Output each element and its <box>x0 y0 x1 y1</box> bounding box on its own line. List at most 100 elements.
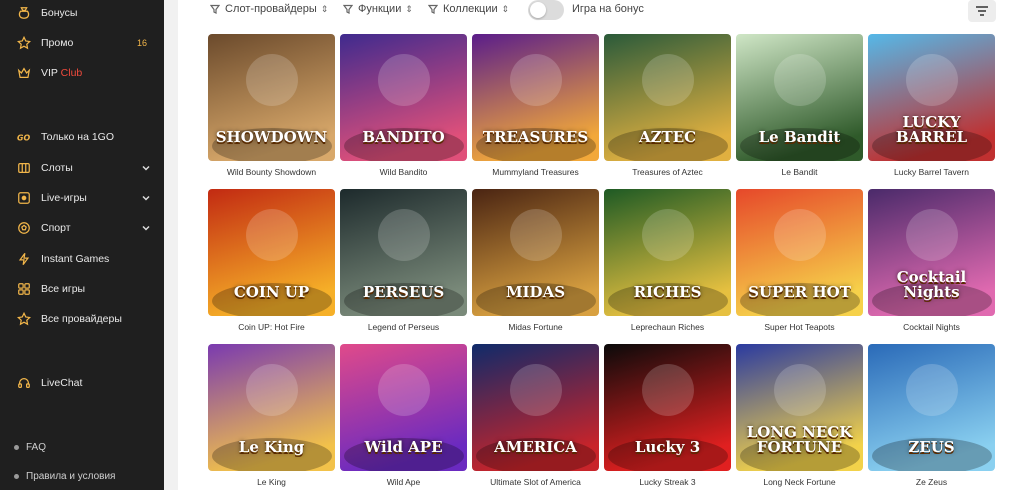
game-logo-text: COIN UP <box>233 283 310 301</box>
game-tile-cocktail-nights[interactable]: Cocktail Nights <box>868 189 995 316</box>
game-title[interactable]: Lucky Streak 3 <box>604 477 731 487</box>
sort-arrows-icon: ⇕ <box>405 3 413 14</box>
vip-club-label: Club <box>60 67 83 79</box>
sidebar-item-label: Бонусы <box>41 7 78 19</box>
sidebar-item-label: Все провайдеры <box>41 313 122 325</box>
game-title[interactable]: Le Bandit <box>736 167 863 177</box>
game-title[interactable]: Lucky Barrel Tavern <box>868 167 995 177</box>
sidebar-item-sport[interactable]: Спорт <box>0 215 164 241</box>
game-title[interactable]: Coin UP: Hot Fire <box>208 322 335 332</box>
game-logo-text: RICHES <box>633 283 702 301</box>
sidebar-item-livechat[interactable]: LiveChat <box>0 370 164 396</box>
main-content: Слот-провайдеры ⇕ Функции ⇕ Коллекции ⇕ … <box>178 0 1024 490</box>
sidebar-item-instant-games[interactable]: Instant Games <box>0 246 164 272</box>
game-tile-ultimate-slot-of-america[interactable]: AMERICA <box>472 344 599 471</box>
sidebar-item-vip[interactable]: VIP Club <box>0 60 164 86</box>
game-title[interactable]: Treasures of Aztec <box>604 167 731 177</box>
game-logo-text: LUCKY BARREL <box>895 113 968 146</box>
game-logo-text: Le Bandit <box>758 128 841 146</box>
game-tile-coin-up-hot-fire[interactable]: COIN UP <box>208 189 335 316</box>
sidebar-item-label: Instant Games <box>41 253 110 265</box>
game-title[interactable]: Ze Zeus <box>868 477 995 487</box>
game-logo-text: LONG NECK FORTUNE <box>746 423 853 456</box>
bonus-game-toggle-label: Игра на бонус <box>572 3 644 15</box>
game-tile-leprechaun-riches[interactable]: RICHES <box>604 189 731 316</box>
game-title[interactable]: Long Neck Fortune <box>736 477 863 487</box>
game-tile-long-neck-fortune[interactable]: LONG NECK FORTUNE <box>736 344 863 471</box>
filter-icon <box>428 4 438 14</box>
filter-providers[interactable]: Слот-провайдеры ⇕ <box>210 3 328 15</box>
footer-link-terms[interactable]: Правила и условия <box>0 467 164 485</box>
filter-collections[interactable]: Коллекции ⇕ <box>428 3 509 15</box>
bonus-bag-icon <box>16 6 31 21</box>
game-tile-wild-ape[interactable]: Wild APE <box>340 344 467 471</box>
filter-label: Коллекции <box>443 3 498 15</box>
game-title[interactable]: Ultimate Slot of America <box>472 477 599 487</box>
sidebar-item-slots[interactable]: Слоты <box>0 155 164 181</box>
game-title[interactable]: Mummyland Treasures <box>472 167 599 177</box>
game-title[interactable]: Midas Fortune <box>472 322 599 332</box>
game-tile-super-hot-teapots[interactable]: SUPER HOT <box>736 189 863 316</box>
game-tile-ze-zeus[interactable]: ZEUS <box>868 344 995 471</box>
game-logo-text: AMERICA <box>494 438 577 456</box>
footer-link-faq[interactable]: FAQ <box>0 438 164 456</box>
star-outline-icon <box>16 312 31 327</box>
game-tile-le-bandit[interactable]: Le Bandit <box>736 34 863 161</box>
sidebar-item-label: VIP <box>41 67 58 79</box>
filter-icon <box>343 4 353 14</box>
chevron-down-icon[interactable] <box>141 163 151 173</box>
game-title[interactable]: Wild Ape <box>340 477 467 487</box>
sidebar-item-live-games[interactable]: Live-игры <box>0 185 164 211</box>
filter-label: Слот-провайдеры <box>225 3 317 15</box>
game-title[interactable]: Le King <box>208 477 335 487</box>
game-title[interactable]: Legend of Perseus <box>340 322 467 332</box>
game-tile-le-king[interactable]: Le King <box>208 344 335 471</box>
filter-features[interactable]: Функции ⇕ <box>343 3 413 15</box>
lightning-icon <box>16 252 31 267</box>
game-title[interactable]: Wild Bandito <box>340 167 467 177</box>
game-title[interactable]: Wild Bounty Showdown <box>208 167 335 177</box>
footer-link-label: FAQ <box>26 441 47 453</box>
game-tile-treasures-of-aztec[interactable]: AZTEC <box>604 34 731 161</box>
sidebar-item-bonuses[interactable]: Бонусы <box>0 0 164 26</box>
game-title[interactable]: Super Hot Teapots <box>736 322 863 332</box>
bonus-game-toggle[interactable] <box>528 0 564 20</box>
chevron-down-icon[interactable] <box>141 223 151 233</box>
grid-icon <box>16 282 31 297</box>
game-tile-lucky-barrel-tavern[interactable]: LUCKY BARREL <box>868 34 995 161</box>
game-logo-text: Wild APE <box>364 438 443 456</box>
game-logo-text: BANDITO <box>362 128 445 146</box>
sidebar-item-label: Промо <box>41 37 74 49</box>
sidebar-item-label: Live-игры <box>41 192 87 204</box>
sort-menu-button[interactable] <box>968 0 996 22</box>
sidebar-item-all-providers[interactable]: Все провайдеры <box>0 306 164 332</box>
live-icon <box>16 191 31 206</box>
game-logo-text: Le King <box>238 438 305 456</box>
sort-lines-icon <box>976 6 988 16</box>
sidebar-item-promo[interactable]: Промо 16 <box>0 30 164 56</box>
game-title[interactable]: Cocktail Nights <box>868 322 995 332</box>
sidebar-item-only-1go[interactable]: GO Только на 1GO <box>0 124 164 150</box>
game-logo-text: AZTEC <box>638 128 697 146</box>
game-tile-lucky-streak-3[interactable]: Lucky 3 <box>604 344 731 471</box>
game-tile-wild-bounty-showdown[interactable]: SHOWDOWN <box>208 34 335 161</box>
game-logo-text: ZEUS <box>908 438 955 456</box>
game-logo-text: MIDAS <box>505 283 566 301</box>
game-tile-mummyland-treasures[interactable]: TREASURES <box>472 34 599 161</box>
game-logo-text: PERSEUS <box>362 283 445 301</box>
star-icon <box>16 36 31 51</box>
toggle-knob <box>530 2 546 18</box>
sort-arrows-icon: ⇕ <box>320 3 329 14</box>
game-tile-legend-of-perseus[interactable]: PERSEUS <box>340 189 467 316</box>
game-title[interactable]: Leprechaun Riches <box>604 322 731 332</box>
game-tile-midas-fortune[interactable]: MIDAS <box>472 189 599 316</box>
filter-icon <box>210 4 220 14</box>
bullet-icon <box>14 473 19 479</box>
sidebar-item-all-games[interactable]: Все игры <box>0 276 164 302</box>
game-logo-text: SUPER HOT <box>748 283 851 301</box>
chevron-down-icon[interactable] <box>141 193 151 203</box>
sidebar-item-label: Только на 1GO <box>41 131 114 143</box>
game-logo-text: SHOWDOWN <box>215 128 328 146</box>
game-tile-wild-bandito[interactable]: BANDITO <box>340 34 467 161</box>
slot-icon <box>16 161 31 176</box>
